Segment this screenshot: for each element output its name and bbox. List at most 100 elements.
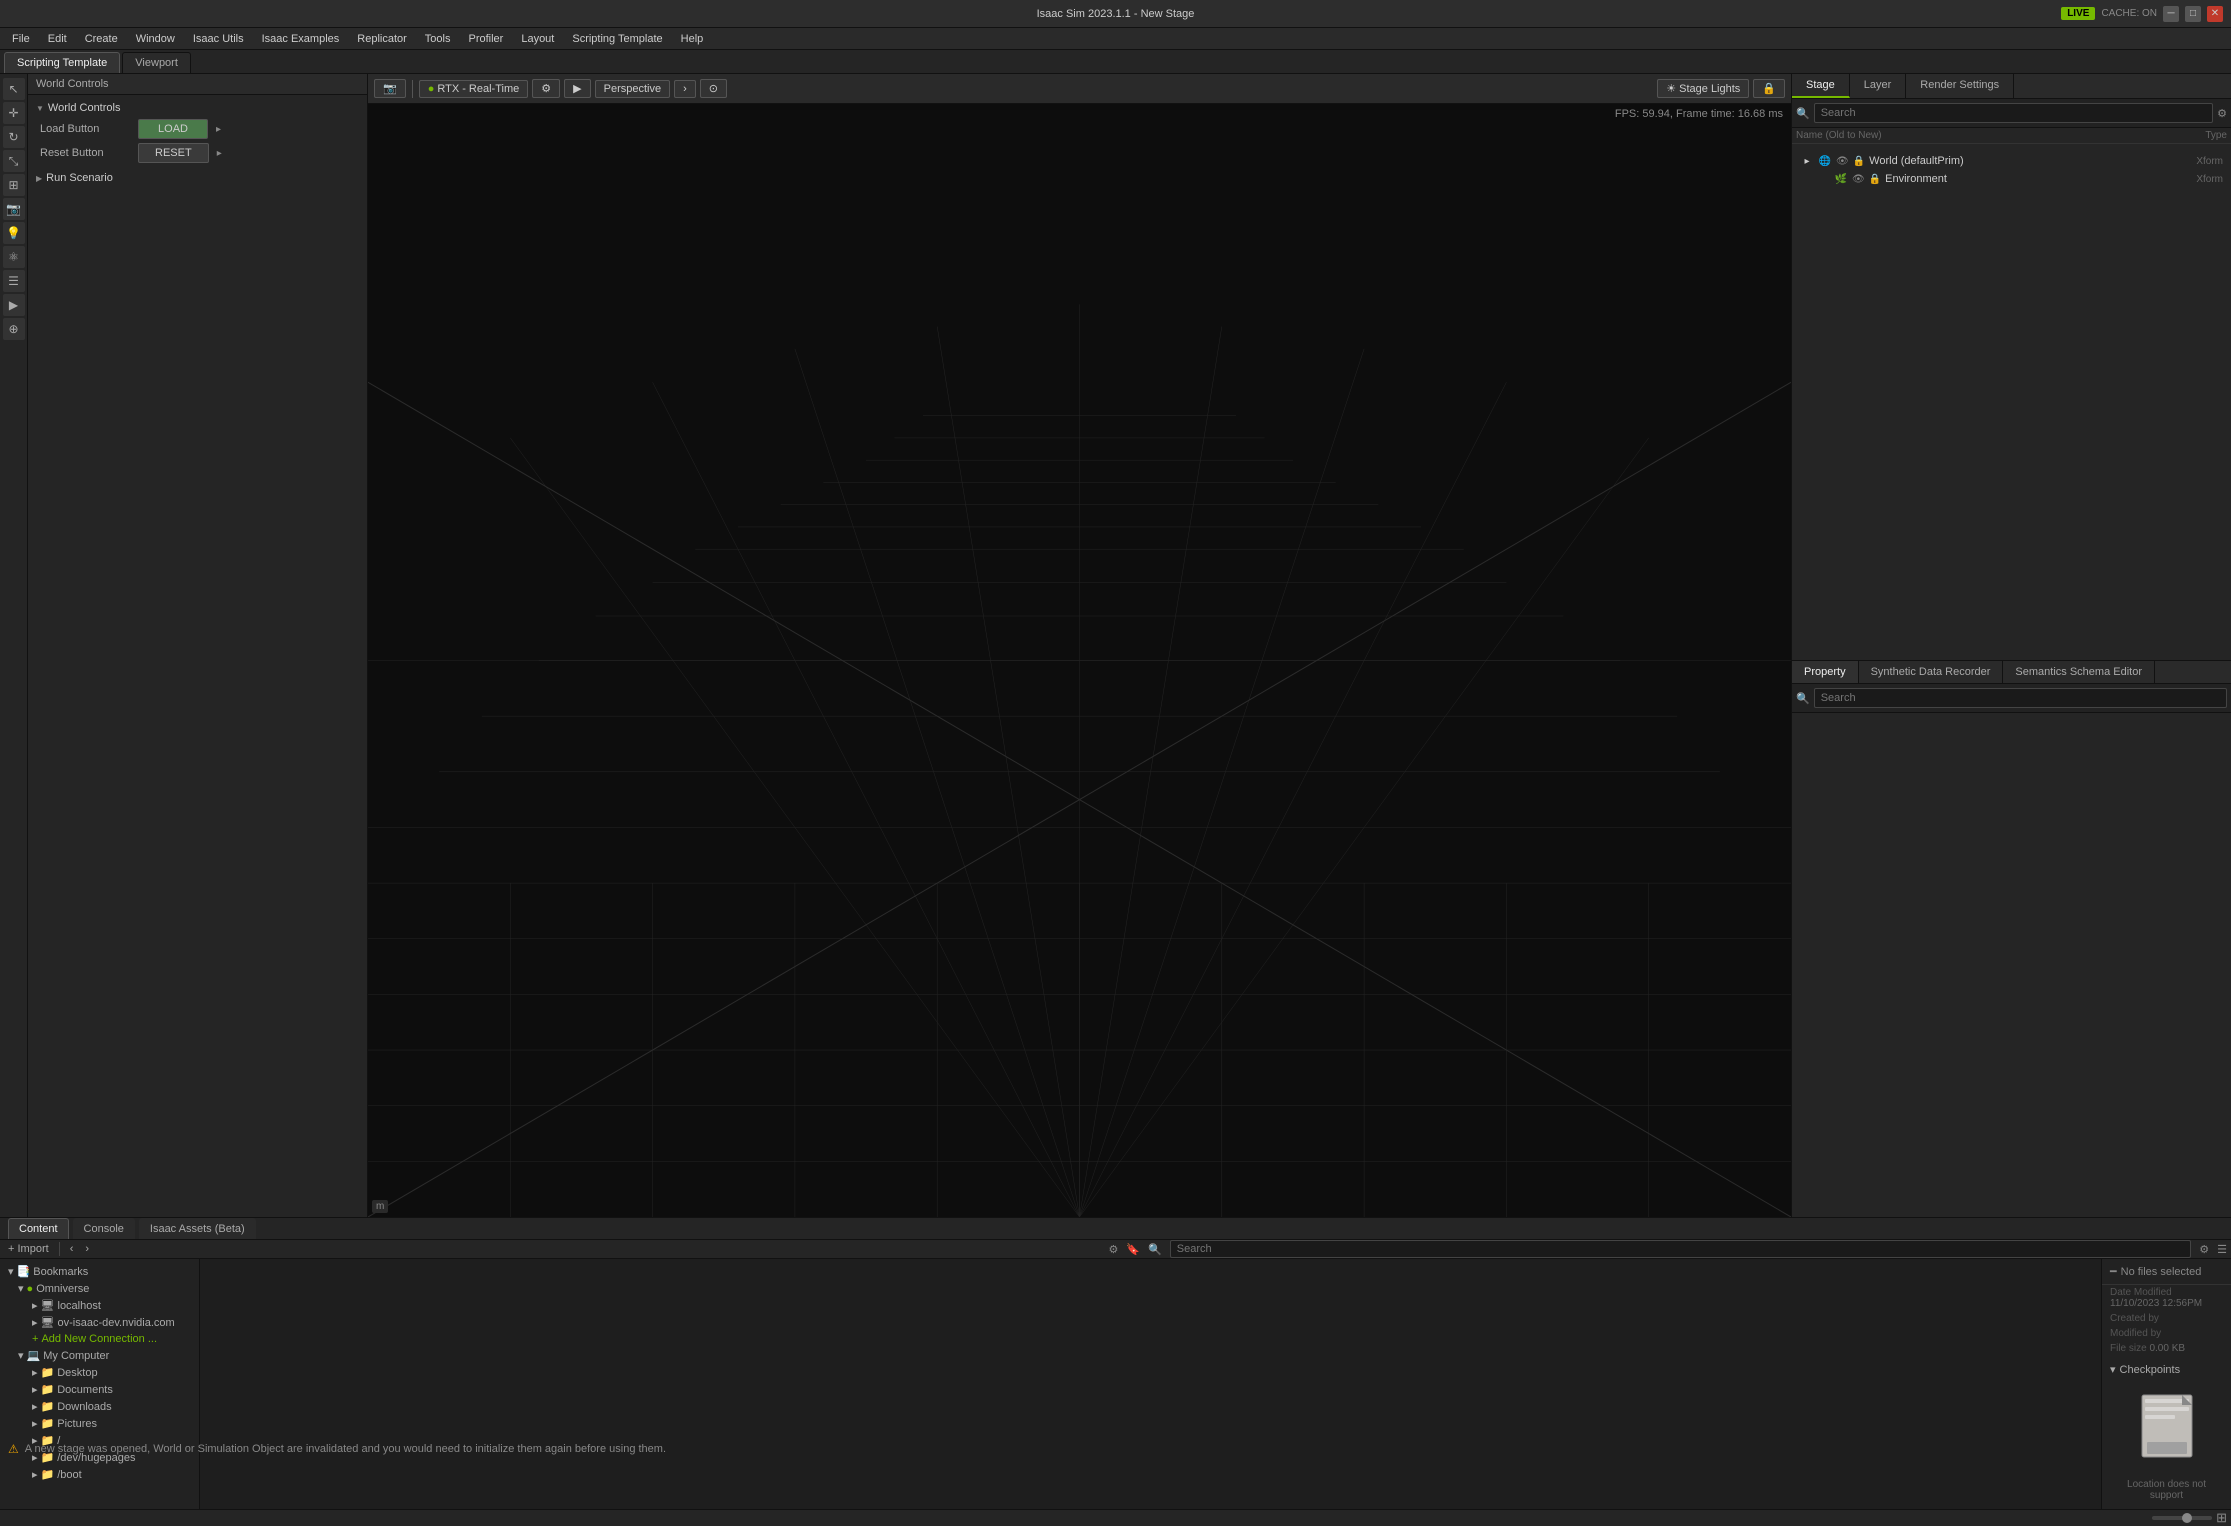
tab-isaac-assets[interactable]: Isaac Assets (Beta) (139, 1218, 256, 1239)
back-button[interactable]: ‹ (66, 1241, 78, 1257)
menu-create[interactable]: Create (77, 31, 126, 47)
next-view-button[interactable]: › (674, 80, 696, 98)
tab-semantics-schema-editor[interactable]: Semantics Schema Editor (2003, 661, 2155, 683)
menu-profiler[interactable]: Profiler (460, 31, 511, 47)
titlebar-title: Isaac Sim 2023.1.1 - New Stage (1037, 8, 1195, 20)
forward-button[interactable]: › (81, 1241, 93, 1257)
viewport-settings-button[interactable]: ⚙ (532, 79, 560, 98)
content-list-icon[interactable]: ☰ (2217, 1243, 2227, 1256)
tool-layers[interactable]: ☰ (3, 270, 25, 292)
menu-file[interactable]: File (4, 31, 38, 47)
import-button[interactable]: + Import (4, 1241, 53, 1257)
stage-filter-icon[interactable]: ⚙ (2217, 107, 2227, 120)
zoom-slider[interactable] (2152, 1516, 2212, 1520)
viewport-grid (368, 104, 1791, 1217)
minimize-button[interactable]: ─ (2163, 6, 2179, 22)
documents-folder[interactable]: ▸ 📁 Documents (4, 1381, 195, 1398)
search-icon-prop: 🔍 (1796, 692, 1810, 705)
menu-window[interactable]: Window (128, 31, 183, 47)
camera-menu-button[interactable]: 📷 (374, 79, 406, 98)
world-controls-header[interactable]: ▼ World Controls (32, 99, 363, 117)
menubar: File Edit Create Window Isaac Utils Isaa… (0, 28, 2231, 50)
downloads-folder[interactable]: ▸ 📁 Downloads (4, 1398, 195, 1415)
stage-lights-button[interactable]: ☀ Stage Lights (1657, 79, 1749, 98)
menu-layout[interactable]: Layout (513, 31, 562, 47)
viewport[interactable]: FPS: 59.94, Frame time: 16.68 ms m (368, 104, 1791, 1217)
no-files-icon: ━ (2110, 1265, 2117, 1278)
menu-scripting-template[interactable]: Scripting Template (564, 31, 670, 47)
tree-item-world[interactable]: ▸ 🌐 👁 🔒 World (defaultPrim) Xform (1796, 152, 2227, 170)
stage-search-input[interactable] (1814, 103, 2213, 123)
menu-isaac-examples[interactable]: Isaac Examples (254, 31, 348, 47)
filter-icon-content[interactable]: ⚙ (1109, 1243, 1119, 1256)
load-arrow[interactable]: ▸ (216, 124, 221, 135)
tool-transform[interactable]: ⊞ (3, 174, 25, 196)
pictures-icon: 📁 (41, 1417, 55, 1430)
play-button[interactable]: ▶ (564, 79, 590, 98)
load-button[interactable]: LOAD (138, 119, 208, 139)
tab-stage[interactable]: Stage (1792, 74, 1850, 98)
omniverse-folder[interactable]: ▾ ● Omniverse (4, 1280, 195, 1297)
pictures-folder[interactable]: ▸ 📁 Pictures (4, 1415, 195, 1432)
tab-console[interactable]: Console (73, 1218, 135, 1239)
bottom-content: ▾ 📑 Bookmarks ▾ ● Omniverse ▸ 🖥 localhos… (0, 1259, 2231, 1509)
menu-replicator[interactable]: Replicator (349, 31, 415, 47)
menu-isaac-utils[interactable]: Isaac Utils (185, 31, 252, 47)
tab-viewport[interactable]: Viewport (122, 52, 191, 73)
reset-arrow[interactable]: ▸ (217, 148, 222, 159)
tab-scripting-template[interactable]: Scripting Template (4, 52, 120, 73)
checkpoints-expand-icon: ▾ (2110, 1363, 2116, 1376)
rtx-realtime-button[interactable]: ● RTX - Real-Time (419, 80, 529, 98)
world-visibility-icon[interactable]: 👁 (1836, 156, 1849, 167)
tool-move[interactable]: ✛ (3, 102, 25, 124)
env-type: Xform (2196, 174, 2223, 185)
tab-property[interactable]: Property (1792, 661, 1859, 683)
tool-scale[interactable]: ⤡ (3, 150, 25, 172)
desktop-folder[interactable]: ▸ 📁 Desktop (4, 1364, 195, 1381)
tab-layer[interactable]: Layer (1850, 74, 1907, 98)
date-modified-label: Date Modified (2110, 1287, 2172, 1298)
load-button-row: Load Button LOAD ▸ (32, 117, 363, 141)
content-filter-icon[interactable]: ⚙ (2199, 1243, 2209, 1256)
tab-content[interactable]: Content (8, 1218, 69, 1239)
my-computer-label: My Computer (43, 1350, 109, 1362)
camera-lock-button[interactable]: 🔒 (1753, 79, 1785, 98)
menu-tools[interactable]: Tools (417, 31, 459, 47)
property-search-input[interactable] (1814, 688, 2227, 708)
checkpoints-header[interactable]: ▾ Checkpoints (2110, 1360, 2223, 1379)
run-scenario-header[interactable]: ▶ Run Scenario (32, 169, 363, 187)
perspective-button[interactable]: Perspective (595, 80, 670, 98)
bookmarks-folder[interactable]: ▾ 📑 Bookmarks (4, 1263, 195, 1280)
boot-folder[interactable]: ▸ 📁 /boot (4, 1466, 195, 1483)
tool-light[interactable]: 💡 (3, 222, 25, 244)
content-search-input[interactable] (1170, 1240, 2191, 1258)
maximize-button[interactable]: □ (2185, 6, 2201, 22)
menu-edit[interactable]: Edit (40, 31, 75, 47)
reset-button[interactable]: RESET (138, 143, 209, 163)
localhost-folder[interactable]: ▸ 🖥 localhost (4, 1297, 195, 1314)
toolbar-separator-1 (412, 80, 413, 98)
tool-extra[interactable]: ⊕ (3, 318, 25, 340)
menu-help[interactable]: Help (673, 31, 712, 47)
options-button[interactable]: ⊙ (700, 79, 727, 98)
tool-play[interactable]: ▶ (3, 294, 25, 316)
tool-rotate[interactable]: ↻ (3, 126, 25, 148)
tool-select[interactable]: ↖ (3, 78, 25, 100)
rtx-dot-icon: ● (428, 83, 435, 95)
tab-render-settings[interactable]: Render Settings (1906, 74, 2014, 98)
tab-synthetic-data-recorder[interactable]: Synthetic Data Recorder (1859, 661, 2004, 683)
bookmark-icon[interactable]: 🔖 (1126, 1243, 1140, 1256)
search-icon-content[interactable]: 🔍 (1148, 1243, 1162, 1256)
close-button[interactable]: ✕ (2207, 6, 2223, 22)
my-computer-folder[interactable]: ▾ 💻 My Computer (4, 1347, 195, 1364)
no-files-indicator: ━ No files selected (2102, 1259, 2231, 1285)
camera-icon: 📷 (383, 82, 397, 95)
grid-view-button[interactable]: ⊞ (2216, 1510, 2227, 1526)
left-toolbar: ↖ ✛ ↻ ⤡ ⊞ 📷 💡 ⚛ ☰ ▶ ⊕ (0, 74, 28, 1217)
tool-physics[interactable]: ⚛ (3, 246, 25, 268)
add-connection-item[interactable]: + Add New Connection ... (4, 1331, 195, 1347)
env-visibility-icon[interactable]: 👁 (1852, 174, 1865, 185)
tree-item-environment[interactable]: 🌿 👁 🔒 Environment Xform (1796, 170, 2227, 188)
tool-camera[interactable]: 📷 (3, 198, 25, 220)
ov-isaac-folder[interactable]: ▸ 🖥 ov-isaac-dev.nvidia.com (4, 1314, 195, 1331)
